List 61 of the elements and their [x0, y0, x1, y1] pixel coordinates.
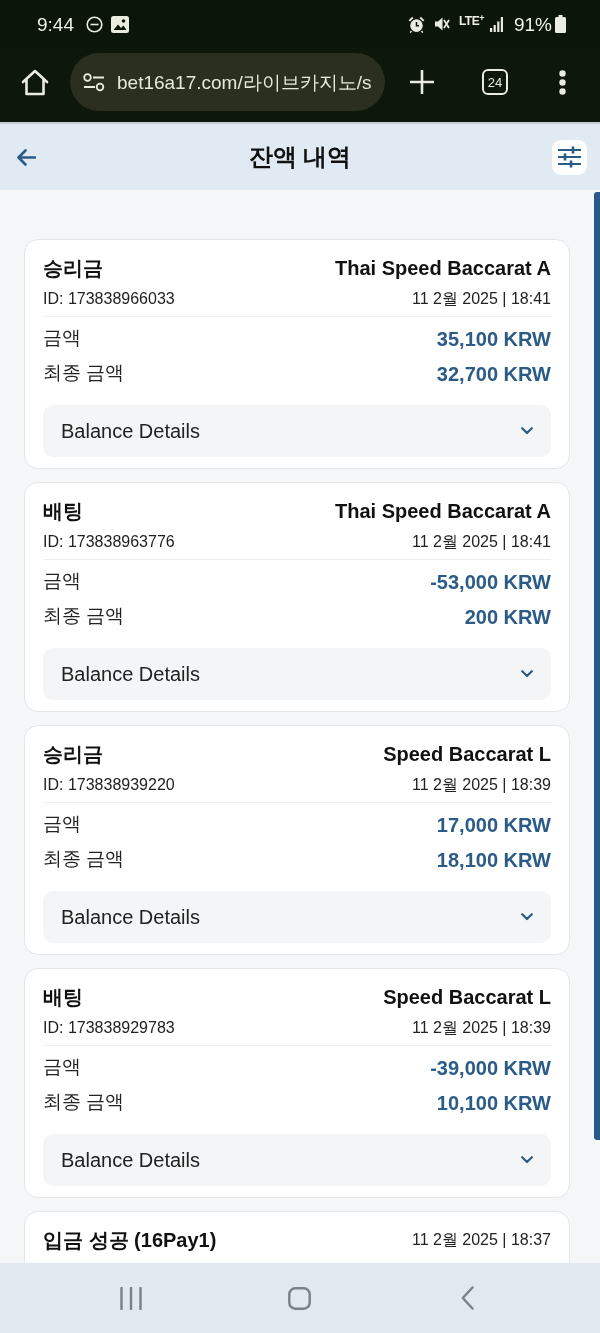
transaction-id: ID: 173838963776: [43, 532, 175, 552]
balance-details-toggle[interactable]: Balance Details: [43, 1134, 551, 1186]
battery-percent: 91%: [513, 14, 552, 34]
transaction-type: 승리금: [43, 256, 103, 281]
amount-value: 200 KRW: [464, 604, 551, 630]
amount-value: 32,700 KRW: [436, 361, 551, 387]
amount-label: 금액: [43, 1055, 81, 1080]
amount-value: -39,000 KRW: [430, 1055, 551, 1081]
image-icon: [111, 15, 129, 33]
scrollbar-thumb[interactable]: [594, 192, 600, 1140]
transaction-type: 배팅: [43, 985, 83, 1010]
game-name: Thai Speed Baccarat A: [335, 499, 551, 524]
page-title: 잔액 내역: [248, 145, 352, 169]
amount-label: 최종 금액: [43, 361, 125, 386]
do-not-disturb-icon: [86, 15, 103, 33]
amount-value: 35,100 KRW: [436, 326, 551, 352]
transaction-date: 11 2월 2025 | 18:41: [411, 532, 551, 552]
amount-label: 금액: [43, 326, 81, 351]
transaction-type: 입금 성공 (16Pay1): [43, 1228, 217, 1253]
amount-label: 금액: [43, 812, 81, 837]
game-name: Speed Baccarat L: [383, 985, 551, 1010]
new-tab-icon[interactable]: [410, 70, 434, 94]
signal-icon: [489, 16, 503, 32]
transaction-type: 승리금: [43, 742, 103, 767]
game-name: Speed Baccarat L: [383, 742, 551, 767]
amount-value: -53,000 KRW: [430, 569, 551, 595]
amount-value: 18,100 KRW: [436, 847, 551, 873]
transaction-id: ID: 173838966033: [43, 289, 175, 309]
tab-count-button[interactable]: 24: [482, 69, 508, 95]
amount-label: 최종 금액: [43, 847, 125, 872]
alarm-icon: [407, 15, 425, 33]
game-name: Thai Speed Baccarat A: [335, 256, 551, 281]
amount-label: 금액: [43, 569, 81, 594]
clock-time: 9:44: [37, 14, 74, 34]
transaction-id: ID: 173838929783: [43, 1018, 175, 1038]
transaction-id: ID: 173838939220: [43, 775, 175, 795]
balance-details-toggle[interactable]: Balance Details: [43, 648, 551, 700]
network-type-label: LTE$^{+}$: [458, 15, 484, 27]
site-settings-icon[interactable]: [83, 72, 105, 92]
balance-details-toggle[interactable]: Balance Details: [43, 405, 551, 457]
transaction-type: 배팅: [43, 499, 83, 524]
transaction-date: 11 2월 2025 | 18:41: [411, 289, 551, 309]
home-button-icon[interactable]: [288, 1286, 311, 1310]
balance-details-toggle[interactable]: Balance Details: [43, 891, 551, 943]
amount-value: 17,000 KRW: [436, 812, 551, 838]
amount-label: 최종 금액: [43, 1090, 125, 1115]
filter-button[interactable]: [552, 139, 587, 175]
sliders-icon: [558, 146, 581, 168]
amount-value: 10,100 KRW: [436, 1090, 551, 1116]
mute-icon: [433, 16, 450, 32]
transaction-date: 11 2월 2025 | 18:37: [411, 1230, 551, 1250]
menu-icon[interactable]: [559, 69, 566, 95]
recent-apps-icon[interactable]: [120, 1286, 142, 1310]
home-icon[interactable]: [21, 68, 49, 96]
transaction-date: 11 2월 2025 | 18:39: [411, 775, 551, 795]
transaction-date: 11 2월 2025 | 18:39: [411, 1018, 551, 1038]
back-icon[interactable]: [461, 1286, 474, 1310]
address-bar[interactable]: bet16a17.com/라이브카지노/s: [70, 53, 385, 111]
back-arrow-icon[interactable]: [17, 148, 36, 166]
battery-icon: [555, 15, 566, 33]
amount-label: 최종 금액: [43, 604, 125, 629]
